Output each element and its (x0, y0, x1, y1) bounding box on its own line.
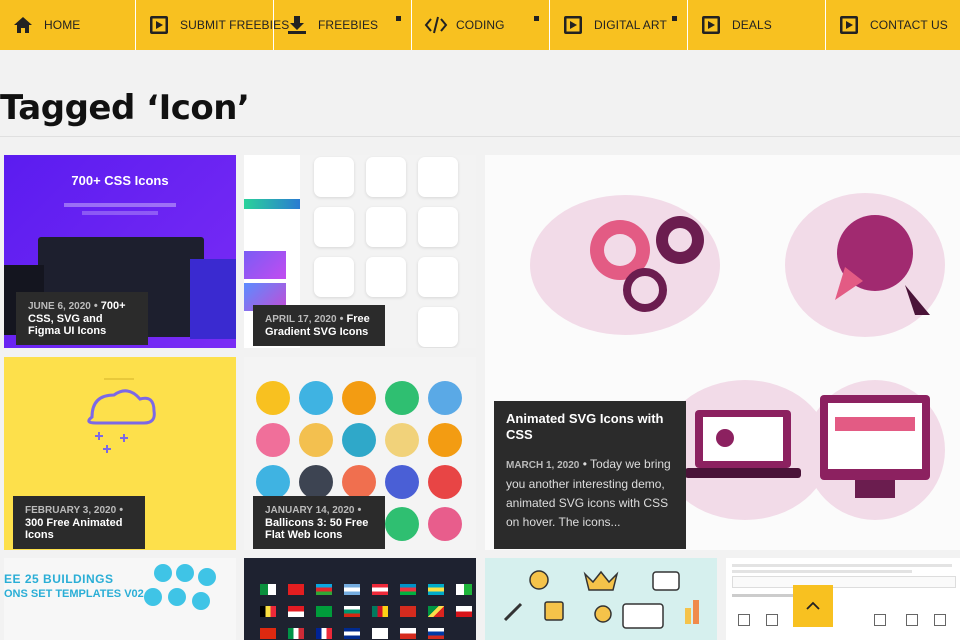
post-tile-css-icons[interactable]: 700+ CSS Icons JUNE 6, 2020 • 700+ CSS, … (4, 155, 236, 348)
play-square-icon (700, 14, 722, 36)
divider (0, 136, 960, 137)
post-tile-buildings[interactable]: EE 25 BUILDINGS ONS SET TEMPLATES V02 (4, 558, 236, 640)
post-tile-icon-library[interactable] (726, 558, 960, 640)
thumb-line (64, 203, 176, 207)
thumb-text: EE 25 BUILDINGS (4, 572, 114, 586)
post-tile-gradient-icons[interactable]: APRIL 17, 2020 • Free Gradient SVG Icons (244, 155, 476, 348)
post-caption[interactable]: JANUARY 14, 2020 • Ballicons 3: 50 Free … (253, 496, 385, 549)
thumb-swatch (244, 251, 286, 279)
submenu-indicator (396, 16, 401, 21)
thumb-icon (906, 614, 918, 626)
post-caption-featured[interactable]: Animated SVG Icons with CSS MARCH 1, 202… (494, 401, 686, 549)
play-square-icon (838, 14, 860, 36)
post-tile-line-icons[interactable] (485, 558, 717, 640)
post-title: Ballicons 3: 50 Free Flat Web Icons (265, 517, 369, 541)
thumb-text: ONS SET TEMPLATES V02 (4, 588, 144, 600)
thumb-icon (766, 614, 778, 626)
page-title: Tagged ‘Icon’ (0, 88, 250, 128)
home-icon (12, 14, 34, 36)
nav-item-label: DIGITAL ART (594, 18, 667, 32)
thumb-icon (934, 614, 946, 626)
post-title: 300 Free Animated Icons (25, 517, 123, 541)
thumb-icon (874, 614, 886, 626)
nav-item-label: DEALS (732, 18, 772, 32)
thumb-line (732, 564, 952, 567)
code-icon (424, 14, 448, 36)
nav-item-contact-us[interactable]: CONTACT US (826, 0, 960, 50)
post-date: FEBRUARY 3, 2020 (25, 505, 117, 516)
scroll-to-top-button[interactable] (793, 585, 833, 627)
thumb-line (82, 211, 158, 215)
thumb-search-box (732, 576, 956, 588)
post-date: APRIL 17, 2020 (265, 314, 337, 325)
submenu-indicator (534, 16, 539, 21)
thumb-gradient-bar (244, 199, 300, 209)
thumb-line (732, 570, 912, 573)
nav-item-freebies[interactable]: FREEBIES (274, 0, 412, 50)
main-nav: HOME SUBMIT FREEBIES FREEBIES CODING DIG… (0, 0, 960, 50)
nav-item-submit-freebies[interactable]: SUBMIT FREEBIES (136, 0, 289, 50)
nav-item-deals[interactable]: DEALS (688, 0, 826, 50)
post-tile-ballicons[interactable]: JANUARY 14, 2020 • Ballicons 3: 50 Free … (244, 357, 476, 550)
nav-item-label: HOME (44, 18, 81, 32)
post-date: JUNE 6, 2020 (28, 301, 91, 312)
nav-item-label: CODING (456, 18, 505, 32)
thumb-heading: 700+ CSS Icons (71, 173, 169, 188)
submenu-indicator (672, 16, 677, 21)
nav-item-coding[interactable]: CODING (412, 0, 550, 50)
post-title: Animated SVG Icons with CSS (506, 411, 664, 442)
play-square-icon (562, 14, 584, 36)
play-square-icon (148, 14, 170, 36)
post-caption[interactable]: FEBRUARY 3, 2020 • 300 Free Animated Ico… (13, 496, 145, 549)
post-caption[interactable]: JUNE 6, 2020 • 700+ CSS, SVG and Figma U… (16, 292, 148, 345)
post-tile-flags[interactable] (244, 558, 476, 640)
post-tile-animated-icons[interactable]: FEBRUARY 3, 2020 • 300 Free Animated Ico… (4, 357, 236, 550)
nav-item-home[interactable]: HOME (0, 0, 136, 50)
post-date: JANUARY 14, 2020 (265, 505, 355, 516)
thumb-icon (738, 614, 750, 626)
thumb-side-panel (190, 259, 236, 339)
post-caption[interactable]: APRIL 17, 2020 • Free Gradient SVG Icons (253, 305, 385, 346)
nav-item-label: CONTACT US (870, 18, 948, 32)
nav-item-label: FREEBIES (318, 18, 379, 32)
post-date: MARCH 1, 2020 (506, 460, 580, 471)
chevron-up-icon (806, 601, 820, 610)
download-icon (286, 14, 308, 36)
thumb-illustration (503, 570, 699, 629)
nav-item-digital-art[interactable]: DIGITAL ART (550, 0, 688, 50)
nav-item-label: SUBMIT FREEBIES (180, 18, 290, 32)
